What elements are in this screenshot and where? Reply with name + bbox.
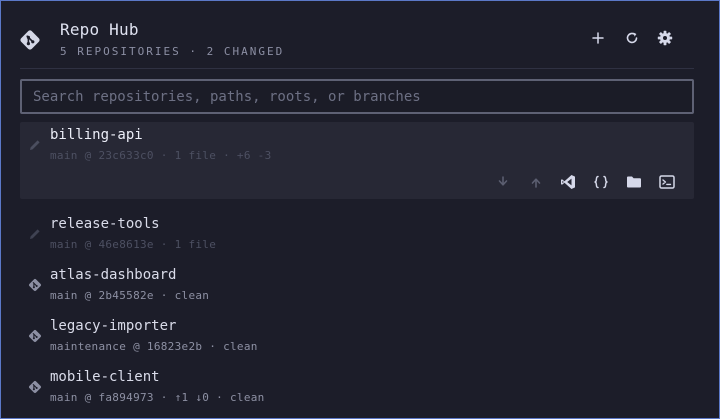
terminal-icon — [659, 175, 675, 189]
repo-meta: main @ 2b45582e · clean — [50, 289, 210, 302]
json-icon — [594, 175, 608, 189]
plus-icon — [592, 32, 604, 44]
repo-meta: main @ 46e8613e · 1 file — [50, 238, 217, 251]
row-actions — [20, 172, 694, 192]
search-input[interactable] — [20, 79, 694, 114]
header-divider — [20, 68, 694, 69]
pencil-icon — [30, 140, 40, 150]
refresh-button[interactable] — [622, 28, 642, 48]
repo-summary: 5 REPOSITORIES · 2 CHANGED — [60, 45, 285, 58]
app-title: Repo Hub — [60, 20, 139, 39]
git-icon — [29, 330, 41, 342]
repo-meta: main @ fa894973 · ↑1 ↓0 · clean — [50, 391, 265, 404]
repo-row-atlas-dashboard[interactable]: atlas-dashboard main @ 2b45582e · clean — [20, 262, 694, 313]
push-button[interactable] — [526, 172, 546, 192]
repo-name: release-tools — [50, 216, 160, 232]
pull-icon — [498, 176, 508, 186]
git-logo-icon — [20, 30, 40, 50]
repo-row-legacy-importer[interactable]: legacy-importer maintenance @ 16823e2b ·… — [20, 313, 694, 364]
pencil-icon — [30, 229, 40, 239]
open-folder-button[interactable] — [624, 172, 644, 192]
open-terminal-button[interactable] — [657, 172, 677, 192]
repo-name: atlas-dashboard — [50, 267, 177, 283]
repo-name: mobile-client — [50, 369, 160, 385]
repository-list: billing-api main @ 23c633c0 · 1 file · +… — [20, 122, 694, 415]
vscode-icon — [561, 175, 575, 189]
repo-row-billing-api[interactable]: billing-api main @ 23c633c0 · 1 file · +… — [20, 122, 694, 199]
git-icon — [29, 279, 41, 291]
repo-row-release-tools[interactable]: release-tools main @ 46e8613e · 1 file — [20, 211, 694, 262]
push-icon — [531, 178, 541, 188]
repo-meta: maintenance @ 16823e2b · clean — [50, 340, 258, 353]
repo-meta: main @ 23c633c0 · 1 file · +6 -3 — [50, 149, 272, 162]
open-json-button[interactable] — [591, 172, 611, 192]
git-icon — [29, 381, 41, 393]
folder-icon — [627, 176, 641, 188]
gear-icon — [657, 30, 673, 46]
repo-name: billing-api — [50, 127, 143, 143]
open-in-vscode-button[interactable] — [558, 172, 578, 192]
repo-name: legacy-importer — [50, 318, 177, 334]
add-repository-button[interactable] — [588, 28, 608, 48]
pull-button[interactable] — [493, 172, 513, 192]
repo-hub-window: Repo Hub 5 REPOSITORIES · 2 CHANGED Sear… — [0, 0, 720, 419]
repo-row-mobile-client[interactable]: mobile-client main @ fa894973 · ↑1 ↓0 · … — [20, 364, 694, 415]
settings-button[interactable] — [655, 28, 675, 48]
header: Repo Hub 5 REPOSITORIES · 2 CHANGED — [1, 1, 719, 68]
refresh-icon — [626, 32, 638, 44]
